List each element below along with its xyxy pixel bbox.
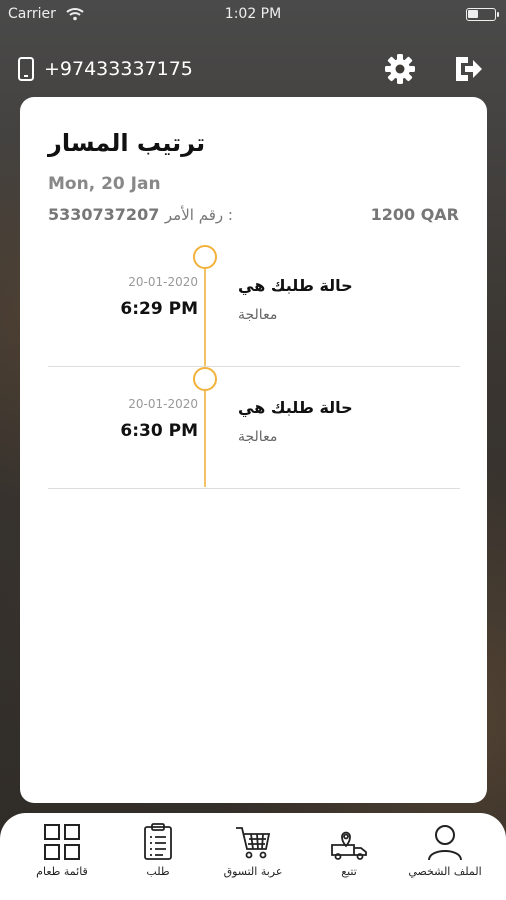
timeline-time: 6:29 PM xyxy=(120,299,198,319)
status-time: 1:02 PM xyxy=(224,6,282,22)
tab-profile-label: الملف الشخصي xyxy=(408,865,482,878)
page-title: ترتيب المسار xyxy=(48,129,206,157)
tab-menu[interactable]: قائمة طعام xyxy=(17,823,107,893)
tab-track[interactable]: تتبع xyxy=(304,823,394,893)
tab-track-label: تتبع xyxy=(341,865,357,878)
order-date: Mon, 20 Jan xyxy=(48,174,161,194)
timeline-dot xyxy=(193,367,217,391)
order-number-value: 5330737207 xyxy=(48,205,160,224)
timeline-entry: 20-01-2020 6:29 PM حالة طلبك هي معالجة xyxy=(48,245,460,367)
tab-cart-label: عربة التسوق xyxy=(223,865,283,878)
tab-order-label: طلب xyxy=(146,865,170,878)
logout-icon[interactable] xyxy=(452,54,484,84)
divider xyxy=(48,488,460,489)
timeline-dot xyxy=(193,245,217,269)
gear-icon[interactable] xyxy=(384,53,416,85)
timeline-date: 20-01-2020 xyxy=(128,397,198,411)
tab-order[interactable]: طلب xyxy=(113,823,203,893)
delivery-truck-icon xyxy=(331,831,367,860)
timeline-status: حالة طلبك هي xyxy=(238,398,353,417)
timeline-substatus: معالجة xyxy=(238,429,278,445)
order-amount: 1200 QAR xyxy=(370,205,459,224)
bottom-tab-bar: قائمة طعام طلب عربة التسوق تتبع الملف ال… xyxy=(0,813,506,900)
order-tracking-card: ترتيب المسار Mon, 20 Jan 5330737207 رقم … xyxy=(20,97,487,803)
timeline-entry: 20-01-2020 6:30 PM حالة طلبك هي معالجة xyxy=(48,367,460,489)
timeline-status: حالة طلبك هي xyxy=(238,276,353,295)
cart-icon xyxy=(236,827,271,859)
tab-cart[interactable]: عربة التسوق xyxy=(208,823,298,893)
tab-profile[interactable]: الملف الشخصي xyxy=(400,823,490,893)
phone-number: +97433337175 xyxy=(44,58,193,80)
order-number-label: رقم الأمر : xyxy=(164,206,233,224)
battery-icon xyxy=(466,8,499,21)
clipboard-icon xyxy=(144,823,172,860)
timeline-time: 6:30 PM xyxy=(120,421,198,441)
phone-icon xyxy=(18,57,34,81)
top-bar: +97433337175 xyxy=(0,48,506,88)
person-icon xyxy=(428,825,462,861)
status-bar: Carrier 1:02 PM xyxy=(0,0,506,30)
order-number: 5330737207 رقم الأمر : xyxy=(48,205,233,224)
grid-icon xyxy=(44,824,80,860)
timeline-date: 20-01-2020 xyxy=(128,275,198,289)
tab-menu-label: قائمة طعام xyxy=(36,865,88,878)
timeline-substatus: معالجة xyxy=(238,307,278,323)
